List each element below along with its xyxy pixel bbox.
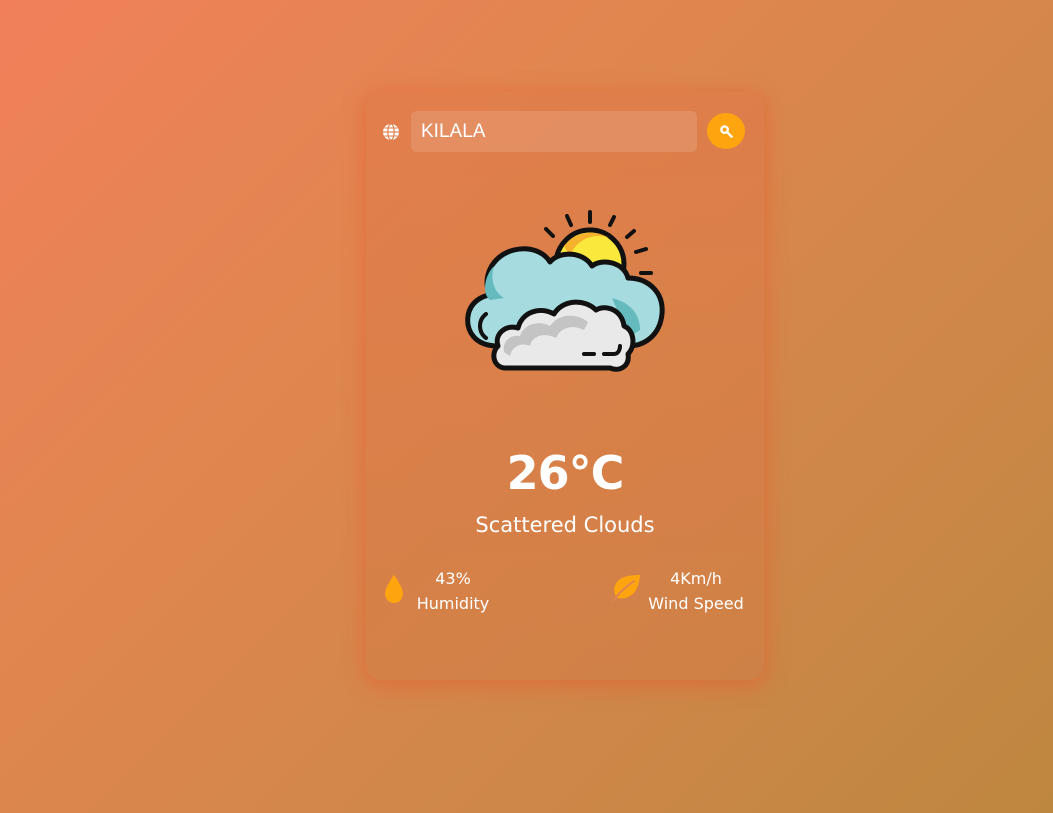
- search-button[interactable]: [707, 113, 745, 149]
- weather-card: 26°C Scattered Clouds 43% Humidity 4Km/h…: [366, 92, 764, 680]
- globe-icon: [383, 123, 399, 141]
- sun-behind-clouds-icon: [465, 210, 665, 372]
- water-drop-icon: [385, 575, 403, 603]
- wind-stat: 4Km/h Wind Speed: [612, 566, 752, 616]
- temperature-value: 26°C: [506, 446, 625, 500]
- humidity-label: Humidity: [416, 594, 490, 613]
- city-search-input[interactable]: [411, 111, 697, 152]
- leaf-icon: [612, 575, 640, 602]
- search-icon: [720, 125, 733, 138]
- weather-description: Scattered Clouds: [475, 513, 655, 537]
- wind-speed-label: Wind Speed: [648, 594, 744, 613]
- search-bar: [382, 111, 746, 153]
- humidity-stat: 43% Humidity: [383, 566, 513, 616]
- wind-speed-value: 4Km/h: [670, 569, 722, 588]
- humidity-value: 43%: [435, 569, 471, 588]
